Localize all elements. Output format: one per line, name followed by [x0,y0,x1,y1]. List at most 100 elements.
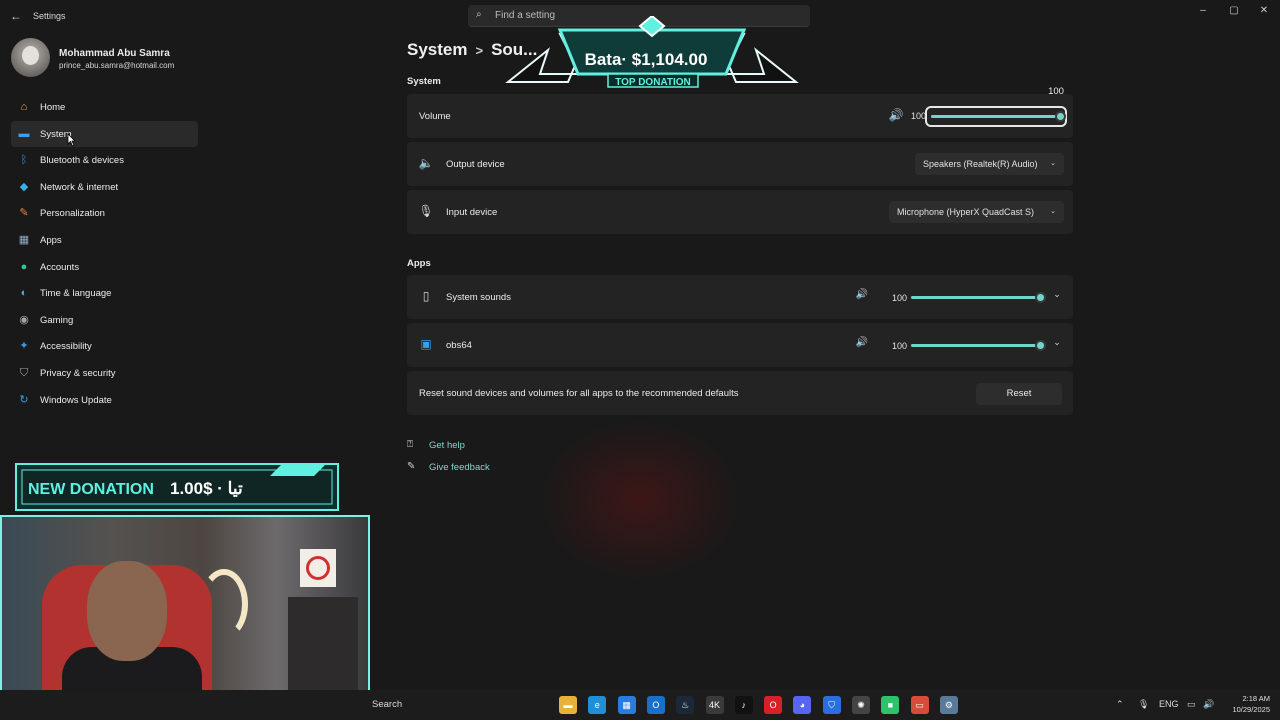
vpn-icon[interactable]: ⛉ [822,696,841,714]
user-email: prince_abu.samra@hotmail.com [59,61,175,70]
maximize-button[interactable]: ▢ [1219,4,1249,20]
reset-button[interactable]: Reset [976,383,1062,405]
tray-display-icon[interactable]: ▭ [1187,699,1196,710]
sidebar-item-apps[interactable]: ▦ Apps [11,227,198,254]
app-volume-value: 100 [892,293,908,303]
volume-tooltip: 100 [1048,86,1064,97]
language-indicator[interactable]: ENG [1159,699,1179,709]
input-device-card[interactable]: 🎙 Input device Microphone (HyperX QuadCa… [407,190,1073,234]
no-smoking-sign [300,549,336,587]
app-volume-slider-thumb[interactable] [1035,340,1046,351]
breadcrumb-separator: > [475,43,484,58]
apps-icon: ▦ [18,233,30,246]
sidebar-item-gaming[interactable]: ◉ Gaming [11,307,198,334]
tray-volume-icon[interactable]: 🔊 [1203,699,1214,710]
sidebar-item-bluetooth-devices[interactable]: ᛒ Bluetooth & devices [11,147,198,174]
opera-icon[interactable]: O [764,696,783,714]
app-label: System sounds [446,292,511,303]
file-explorer-icon[interactable]: ▬ [559,696,577,714]
sidebar-item-label: Network & internet [40,181,119,193]
chevron-down-icon: ⌄ [1050,160,1056,167]
taskbar-clock[interactable]: 2:18 AM 10/29/2025 [1222,693,1270,715]
streamer [87,561,167,661]
sidebar-item-time-language[interactable]: ◐ Time & language [11,280,198,307]
sidebar-item-home[interactable]: ⌂ Home [11,94,198,121]
back-button[interactable]: ← [8,8,24,24]
taskbar: Search ▬ e ▦ O ♨ 4K ♪ O ◕ ⛉ ✺ ■ ▭ ⚙ ⌃ 🎙 ENG ▭ 🔊 2:18 … [0,690,1280,720]
volume-value: 100 [911,111,927,121]
4k-icon[interactable]: 4K [705,696,724,714]
output-device-dropdown[interactable]: Speakers (Realtek(R) Audio) ⌄ [915,153,1064,175]
sidebar-item-accessibility[interactable]: ✦ Accessibility [11,333,198,360]
chevron-down-icon[interactable]: ⌄ [1049,289,1065,300]
system-sounds-icon: ▯ [422,289,430,303]
speaker-icon[interactable]: 🔊 [854,289,870,300]
new-donation-amount: 1.00$ · تيا [170,479,243,498]
top-donation-amount: Bata· $1,104.00 [585,50,708,69]
app-row-obs64[interactable]: ▣ obs64 🔊 100 ⌄ [407,323,1073,367]
settings-icon[interactable]: ⚙ [939,696,958,714]
sidebar-item-system[interactable]: ▬ System [11,120,198,148]
new-donation-overlay: NEW DONATION 1.00$ · تيا [15,463,339,511]
tray-chevron-icon[interactable]: ⌃ [1116,699,1124,710]
sidebar-item-windows-update[interactable]: ↻ Windows Update [11,387,198,414]
close-button[interactable]: ✕ [1249,4,1279,20]
edge-icon[interactable]: e [588,696,607,714]
app-volume-slider-thumb[interactable] [1035,292,1046,303]
discord-icon[interactable]: ◕ [793,696,812,714]
input-device-selected: Microphone (HyperX QuadCast S) [897,207,1035,217]
sidebar-item-personalization[interactable]: ✎ Personalization [11,200,198,227]
background-glow [540,420,740,580]
tiktok-icon[interactable]: ♪ [734,696,753,714]
app-volume-slider[interactable] [911,292,1046,303]
app-volume-slider-fill [911,296,1041,299]
app-label: obs64 [446,340,472,351]
sidebar-item-network-internet[interactable]: ◆ Network & internet [11,174,198,201]
breadcrumb-parent[interactable]: System [407,40,467,59]
wifi-icon: ◆ [19,180,29,193]
clock-time: 2:18 AM [1242,694,1270,703]
gamepad-icon: ◉ [19,313,29,326]
tray-mic-icon[interactable]: 🎙 [1138,699,1149,710]
volume-slider[interactable] [925,106,1067,127]
store-icon[interactable]: ▦ [617,696,636,714]
get-help-link[interactable]: Get help [429,440,465,451]
chevron-down-icon[interactable]: ⌄ [1049,337,1065,348]
volume-slider-thumb[interactable] [1055,111,1066,122]
speaker-icon[interactable]: 🔊 [854,337,870,348]
person-icon: ● [20,260,28,273]
minimize-button[interactable]: – [1188,4,1218,20]
user-profile[interactable]: Mohammad Abu Samra prince_abu.samra@hotm… [11,38,211,78]
app-row-system-sounds[interactable]: ▯ System sounds 🔊 100 ⌄ [407,275,1073,319]
steam-icon[interactable]: ♨ [676,696,695,714]
app-red-icon[interactable]: ▭ [910,696,929,714]
sidebar-item-accounts[interactable]: ● Accounts [11,254,198,281]
volume-slider-track [931,111,1066,122]
top-donation-label: TOP DONATION [615,77,691,88]
volume-slider-fill [931,115,1061,118]
mouse-cursor-icon [67,133,76,147]
sidebar-item-label: Apps [40,234,62,246]
give-feedback-link[interactable]: Give feedback [429,462,490,473]
sidebar-item-label: Gaming [40,314,74,326]
output-device-label: Output device [446,159,505,170]
avatar [11,38,50,77]
app-green-icon[interactable]: ■ [881,696,900,714]
bluetooth-icon: ᛒ [20,154,28,167]
brush-icon: ✎ [19,207,29,220]
speaker-icon[interactable]: 🔊 [888,108,904,122]
input-device-dropdown[interactable]: Microphone (HyperX QuadCast S) ⌄ [889,201,1064,223]
speaker-output-icon: 🔈 [418,156,434,170]
chatgpt-icon[interactable]: ✺ [852,696,870,714]
outlook-icon[interactable]: O [646,696,665,714]
new-donation-label: NEW DONATION [28,481,154,498]
clock-date: 10/29/2025 [1232,705,1270,714]
update-icon: ↻ [19,393,29,406]
home-icon: ⌂ [20,101,28,113]
taskbar-search[interactable]: Search [372,699,402,710]
output-device-card[interactable]: 🔈 Output device Speakers (Realtek(R) Aud… [407,142,1073,186]
sidebar-item-privacy-security[interactable]: ⛉ Privacy & security [11,360,198,387]
globe-clock-icon: ◐ [20,287,28,300]
app-volume-slider[interactable] [911,340,1046,351]
sidebar-item-label: Bluetooth & devices [40,155,124,167]
